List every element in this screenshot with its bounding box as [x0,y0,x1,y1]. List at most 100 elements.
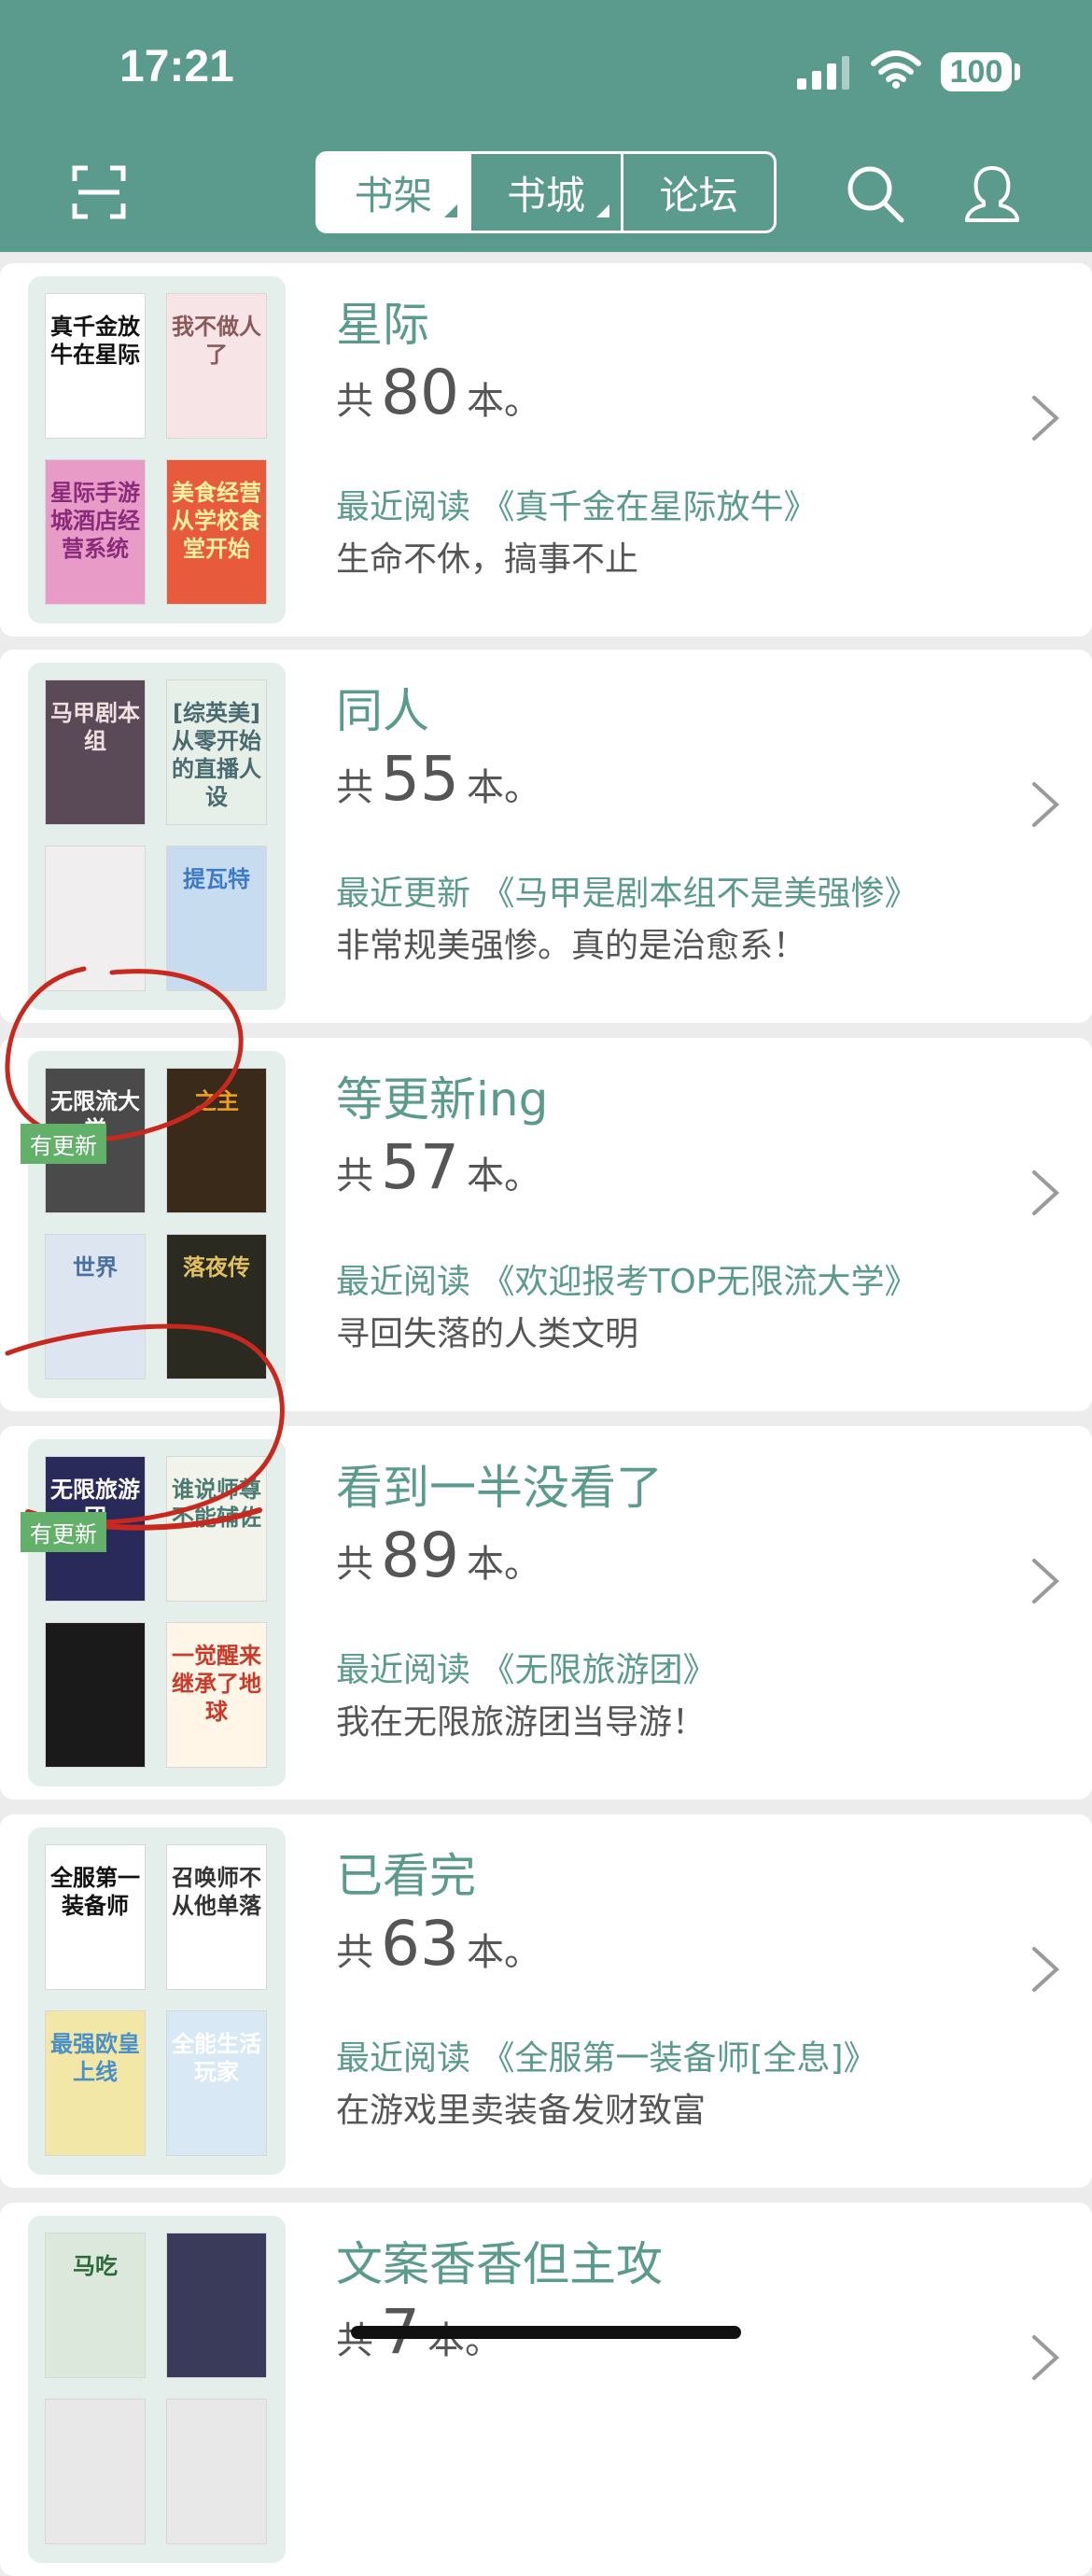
book-count: 共 57 本。 [336,1131,541,1203]
book-cover-title: 全能生活玩家 [172,2031,261,2085]
book-count-number: 57 [381,1131,459,1203]
book-cover-title: 召唤师不从他单落 [172,1865,261,1919]
cover-grid: 真千金放牛在星际 我不做人了星际手游城酒店经营系统 美食经营从学校食堂开始 [28,276,286,623]
book-cover: 谁说师尊不能辅佐 [166,1456,267,1602]
dropdown-triangle-icon [596,204,610,217]
book-cover: 一觉醒来继承了地球 [166,1622,267,1768]
recent-book-description: 在游戏里卖装备发财致富 [336,2092,707,2130]
chevron-right-icon[interactable] [1029,1167,1062,1219]
book-cover-title: 谁说师尊不能辅佐 [172,1477,261,1531]
update-badge: 有更新 [21,1124,106,1164]
book-cover: 最强欧皇上线 [45,2010,146,2156]
book-count-prefix: 共 [336,1543,373,1586]
battery-nub [1015,63,1020,80]
book-cover-title: 世界 [73,1254,118,1281]
book-cover-title: 落夜传 [183,1254,250,1281]
book-count-number: 55 [381,743,459,815]
book-count-prefix: 共 [336,380,373,423]
book-cover [45,2399,146,2544]
battery-indicator: 100 [941,52,1012,91]
book-cover-title: 美食经营从学校食堂开始 [172,480,261,562]
tab-bookstore[interactable]: 书城 [468,154,622,231]
group-title: 已看完 [336,1849,476,1903]
chevron-right-icon[interactable] [1029,392,1062,444]
recent-book-link: 最近阅读 《无限旅游团》 [336,1651,717,1689]
book-cover-title: 星际手游城酒店经营系统 [50,480,140,562]
recent-book-description: 生命不休，搞事不止 [336,540,639,579]
bookshelf-group-card[interactable]: 真千金放牛在星际 我不做人了 星际手游城酒店经营系统 美食经营从学校食堂开始 星际共 80… [0,263,1092,637]
main-tab-switcher: 书架 书城 论坛 [315,151,777,233]
book-count-number: 63 [381,1908,459,1980]
book-cover: 美食经营从学校食堂开始 [166,459,267,605]
bookshelf-group-card[interactable]: 马吃文案香香但主攻共7本。 [0,2203,1092,2576]
chevron-right-icon[interactable] [1029,1555,1062,1607]
book-cover: 星际手游城酒店经营系统 [45,459,146,605]
book-count-suffix: 本。 [466,1931,541,1974]
book-cover: 世界 [45,1234,146,1379]
recent-book-link: 最近更新 《马甲是剧本组不是美强惨》 [336,875,918,913]
chevron-right-icon[interactable] [1029,1943,1062,1995]
book-cover [166,2399,267,2544]
book-cover-title: 马吃 [73,2253,118,2279]
group-title: 等更新ing [336,1072,549,1127]
cover-grid: 无限旅游团有更新谁说师尊不能辅佐一觉醒来继承了地球 [21,1439,286,1786]
book-cover-title: 全服第一装备师 [50,1865,140,1919]
book-count-suffix: 本。 [466,1155,541,1197]
book-cover-title: 真千金放牛在星际 [50,314,140,368]
book-count-prefix: 共 [336,1155,373,1197]
profile-icon[interactable] [961,162,1023,224]
book-cover-title: 我不做人了 [172,314,261,368]
tab-bookshelf[interactable]: 书架 [318,154,469,231]
recent-book-description: 我在无限旅游团当导游！ [336,1703,707,1742]
cover-grid: 马甲剧本组 [综英美]从零开始的直播人设提瓦特 [28,663,286,1010]
book-cover: 之主 [166,1068,267,1213]
bookshelf-group-card[interactable]: 马甲剧本组 [综英美]从零开始的直播人设 提瓦特 同人共 55 本。 最近更新 《马甲是剧本… [0,650,1092,1023]
book-cover: 真千金放牛在星际 [45,293,146,439]
book-cover-title: 提瓦特 [183,866,250,892]
recent-book-description: 寻回失落的人类文明 [336,1315,639,1353]
wifi-icon [871,50,921,89]
book-count-number: 80 [381,357,459,428]
recent-book-description: 非常规美强惨。真的是治愈系！ [336,927,807,965]
chevron-right-icon[interactable] [1029,2331,1062,2384]
bookshelf-group-card[interactable]: 无限流大学有更新之主世界落夜传等更新ing共57本。最近阅读 《欢迎报考TOP无… [0,1038,1092,1411]
book-count-prefix: 共 [336,1931,373,1974]
book-count: 共 89 本。 [336,1519,541,1591]
book-count-number: 89 [381,1519,459,1591]
bookshelf-group-card[interactable]: 无限旅游团有更新谁说师尊不能辅佐一觉醒来继承了地球看到一半没看了共89本。最近阅… [0,1426,1092,1799]
tab-bookshelf-label: 书架 [354,172,433,218]
search-icon[interactable] [844,162,905,224]
dropdown-triangle-icon [443,204,457,217]
book-cover [45,1622,146,1768]
status-time: 17:21 [119,42,234,91]
tab-forum-label: 论坛 [659,172,738,218]
tab-forum[interactable]: 论坛 [621,154,774,231]
cover-grid: 无限流大学有更新之主世界落夜传 [21,1051,286,1398]
book-count-prefix: 共 [336,766,373,809]
book-count: 共 80 本。 [336,357,541,428]
chevron-right-icon[interactable] [1029,778,1062,831]
scan-icon[interactable] [71,164,127,220]
update-badge: 有更新 [21,1512,106,1552]
book-cover: 落夜传 [166,1234,267,1379]
recent-book-link: 最近阅读 《欢迎报考TOP无限流大学》 [336,1263,918,1301]
book-cover: 召唤师不从他单落 [166,1844,267,1990]
book-cover: [综英美]从零开始的直播人设 [166,679,267,825]
book-cover: 我不做人了 [166,293,267,439]
recent-book-link: 最近阅读 《全服第一装备师[全息]》 [336,2039,877,2078]
group-title: 文案香香但主攻 [336,2237,663,2291]
book-cover-title: [综英美]从零开始的直播人设 [172,700,261,810]
tab-bookstore-label: 书城 [507,172,586,218]
book-cover: 提瓦特 [166,846,267,991]
book-count-suffix: 本。 [466,380,541,423]
recent-book-link: 最近阅读 《真千金在星际放牛》 [336,488,818,526]
book-cover-title: 马甲剧本组 [50,700,140,754]
book-cover-title: 一觉醒来继承了地球 [172,1643,261,1725]
bookshelf-group-card[interactable]: 全服第一装备师 召唤师不从他单落 最强欧皇上线 全能生活玩家 已看完共 63 本。 最近阅读 … [0,1814,1092,2188]
cellular-signal-icon [797,56,849,90]
book-cover: 马甲剧本组 [45,679,146,825]
top-bar: 17:21 100 书架 书城 论坛 [0,0,1092,252]
book-cover: 全能生活玩家 [166,2010,267,2156]
cover-grid: 全服第一装备师 召唤师不从他单落最强欧皇上线 全能生活玩家 [28,1827,286,2175]
book-count-suffix: 本。 [466,1543,541,1586]
